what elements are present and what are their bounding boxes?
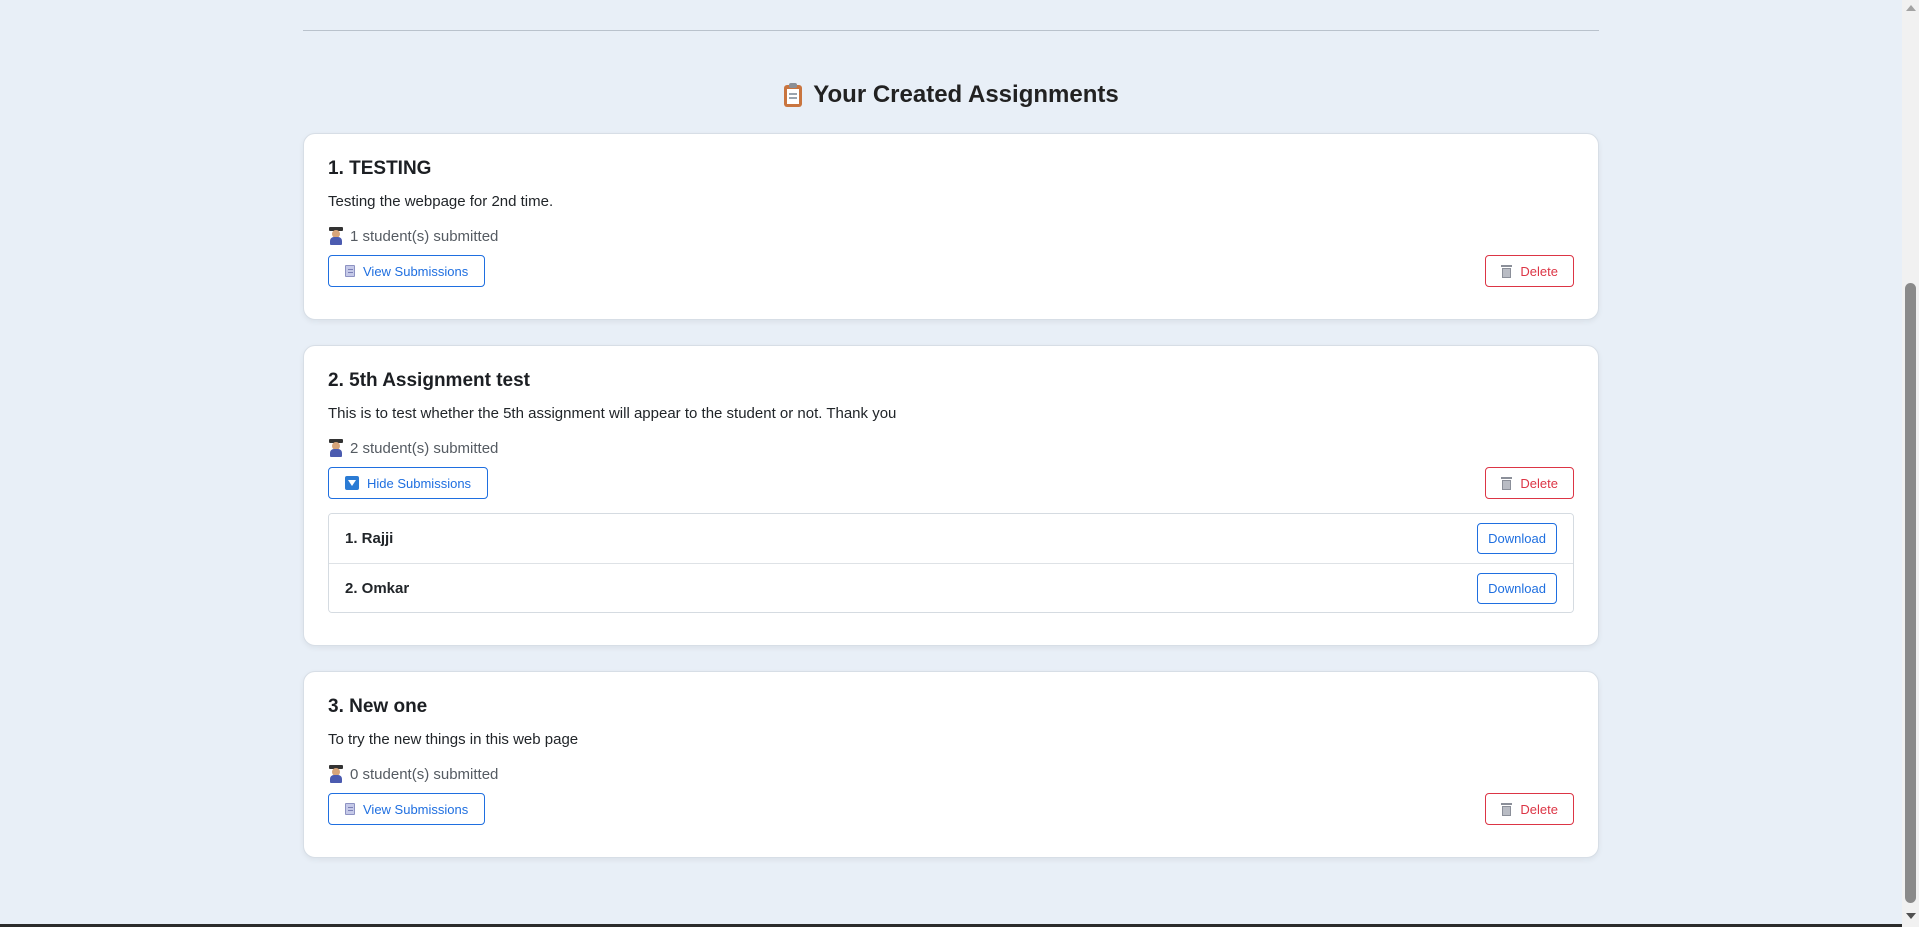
card-actions: View Submissions Delete [328, 793, 1574, 825]
card-actions: Hide Submissions Delete [328, 467, 1574, 499]
submission-row: 2. Omkar Download [329, 563, 1573, 612]
submission-row: 1. Rajji Download [329, 514, 1573, 563]
view-submissions-label: View Submissions [363, 801, 469, 817]
card-actions: View Submissions Delete [328, 255, 1574, 287]
assignment-card: 1. TESTING Testing the webpage for 2nd t… [303, 133, 1599, 320]
assignment-title: 3. New one [328, 696, 428, 717]
hide-submissions-button[interactable]: Hide Submissions [328, 467, 489, 499]
submission-count: 1 student(s) submitted [328, 227, 1574, 245]
delete-label: Delete [1520, 801, 1558, 817]
view-submissions-button[interactable]: View Submissions [328, 255, 486, 287]
student-name: 2. Omkar [345, 579, 410, 597]
trash-icon [1501, 802, 1513, 816]
student-icon [328, 765, 344, 783]
submissions-list: 1. Rajji Download 2. Omkar Download [328, 513, 1574, 613]
assignment-card: 3. New one To try the new things in this… [303, 671, 1599, 858]
delete-button[interactable]: Delete [1485, 255, 1574, 287]
assignments-container: Your Created Assignments 1. TESTING Test… [303, 0, 1599, 858]
assignment-description: Testing the webpage for 2nd time. [328, 193, 554, 210]
student-icon [328, 439, 344, 457]
document-icon [345, 265, 355, 277]
divider [303, 30, 1599, 31]
page-viewport: Your Created Assignments 1. TESTING Test… [0, 0, 1902, 927]
student-icon [328, 227, 344, 245]
vertical-scrollbar[interactable] [1902, 0, 1919, 927]
assignment-description: This is to test whether the 5th assignme… [328, 405, 897, 422]
triangle-down-icon [345, 476, 359, 490]
clipboard-icon [783, 83, 803, 107]
scrollbar-thumb[interactable] [1905, 283, 1916, 903]
scroll-down-arrow-icon[interactable] [1906, 913, 1916, 919]
assignment-title: 2. 5th Assignment test [328, 370, 531, 391]
submission-count: 2 student(s) submitted [328, 439, 1574, 457]
submission-count-text: 2 student(s) submitted [350, 439, 499, 457]
student-name: 1. Rajji [345, 530, 394, 547]
hide-submissions-label: Hide Submissions [367, 475, 472, 491]
trash-icon [1501, 264, 1513, 278]
section-title-text: Your Created Assignments [813, 81, 1119, 108]
view-submissions-button[interactable]: View Submissions [328, 793, 486, 825]
trash-icon [1501, 476, 1513, 490]
submission-count: 0 student(s) submitted [328, 765, 1574, 783]
download-button[interactable]: Download [1477, 523, 1557, 554]
download-button[interactable]: Download [1477, 572, 1557, 604]
section-title: Your Created Assignments [303, 81, 1599, 109]
delete-label: Delete [1520, 475, 1558, 491]
assignment-description: To try the new things in this web page [328, 731, 579, 748]
submission-count-text: 1 student(s) submitted [350, 227, 499, 245]
view-submissions-label: View Submissions [363, 263, 469, 279]
submission-count-text: 0 student(s) submitted [350, 765, 499, 783]
delete-button[interactable]: Delete [1485, 467, 1574, 499]
assignment-card: 2. 5th Assignment test This is to test w… [303, 345, 1599, 646]
delete-button[interactable]: Delete [1485, 793, 1574, 825]
assignment-title: 1. TESTING [328, 158, 432, 179]
delete-label: Delete [1520, 263, 1558, 279]
document-icon [345, 803, 355, 815]
scroll-up-arrow-icon[interactable] [1906, 5, 1916, 11]
